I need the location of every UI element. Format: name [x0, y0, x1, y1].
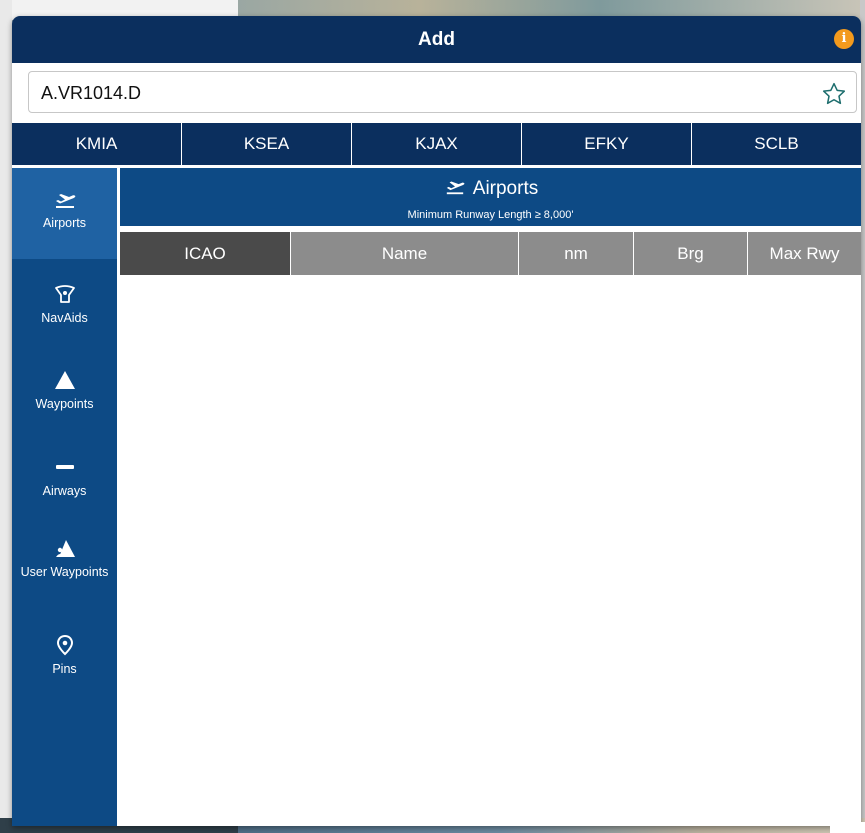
- column-header-icao[interactable]: ICAO: [120, 232, 291, 275]
- triangle-icon: [54, 371, 75, 389]
- search-row: [12, 63, 861, 122]
- sidebar-item-label: Airways: [42, 484, 87, 498]
- add-dialog: Add i KMIA KSEA KJAX EFKY SCLB Airports: [12, 16, 861, 826]
- navaid-icon: [54, 285, 75, 303]
- results-panel: Airports Minimum Runway Length ≥ 8,000' …: [120, 168, 861, 826]
- recent-tab-kjax[interactable]: KJAX: [352, 123, 522, 165]
- info-icon[interactable]: i: [834, 29, 854, 49]
- sidebar-item-label: Pins: [52, 662, 77, 676]
- sidebar-item-label: User Waypoints: [20, 565, 109, 579]
- results-filter-subtitle: Minimum Runway Length ≥ 8,000': [407, 209, 574, 221]
- map-pin-icon: [56, 634, 73, 656]
- column-headers: ICAO Name nm Brg Max Rwy: [120, 232, 861, 275]
- sidebar-item-waypoints[interactable]: Waypoints: [12, 361, 117, 431]
- map-label-fragment: [830, 822, 865, 833]
- sidebar-item-label: Airports: [42, 216, 87, 230]
- sidebar-item-pins[interactable]: Pins: [12, 628, 117, 692]
- sidebar-item-user-waypoints[interactable]: User Waypoints: [12, 529, 117, 617]
- user-waypoint-icon: [55, 540, 75, 557]
- column-header-brg[interactable]: Brg: [634, 232, 748, 275]
- sidebar-item-navaids[interactable]: NavAids: [12, 275, 117, 345]
- airplane-departure-icon: [55, 194, 75, 208]
- column-header-max-rwy[interactable]: Max Rwy: [748, 232, 861, 275]
- dialog-titlebar: Add i: [12, 16, 861, 63]
- recent-airports-bar: KMIA KSEA KJAX EFKY SCLB: [12, 123, 861, 165]
- sidebar-item-label: NavAids: [41, 311, 88, 325]
- star-outline-icon[interactable]: [821, 81, 847, 107]
- background-left-edge: [0, 0, 12, 833]
- search-box: [28, 71, 857, 114]
- sidebar-item-label: Waypoints: [35, 397, 94, 411]
- airway-icon: [55, 465, 74, 469]
- results-header: Airports Minimum Runway Length ≥ 8,000': [120, 168, 861, 226]
- results-title: Airports: [120, 176, 861, 202]
- search-input[interactable]: [39, 72, 803, 114]
- recent-tab-sclb[interactable]: SCLB: [692, 123, 861, 165]
- column-header-name[interactable]: Name: [291, 232, 519, 275]
- recent-tab-kmia[interactable]: KMIA: [12, 123, 182, 165]
- recent-tab-ksea[interactable]: KSEA: [182, 123, 352, 165]
- airplane-departure-icon: [446, 181, 465, 195]
- results-title-text: Airports: [472, 178, 539, 199]
- recent-tab-efky[interactable]: EFKY: [522, 123, 692, 165]
- sidebar-item-airways[interactable]: Airways: [12, 448, 117, 512]
- category-sidebar: Airports NavAids Waypoints Airways User …: [12, 168, 117, 826]
- sidebar-item-airports[interactable]: Airports: [12, 168, 117, 259]
- column-header-nm[interactable]: nm: [519, 232, 634, 275]
- dialog-title: Add: [418, 29, 455, 50]
- results-list: [120, 275, 861, 826]
